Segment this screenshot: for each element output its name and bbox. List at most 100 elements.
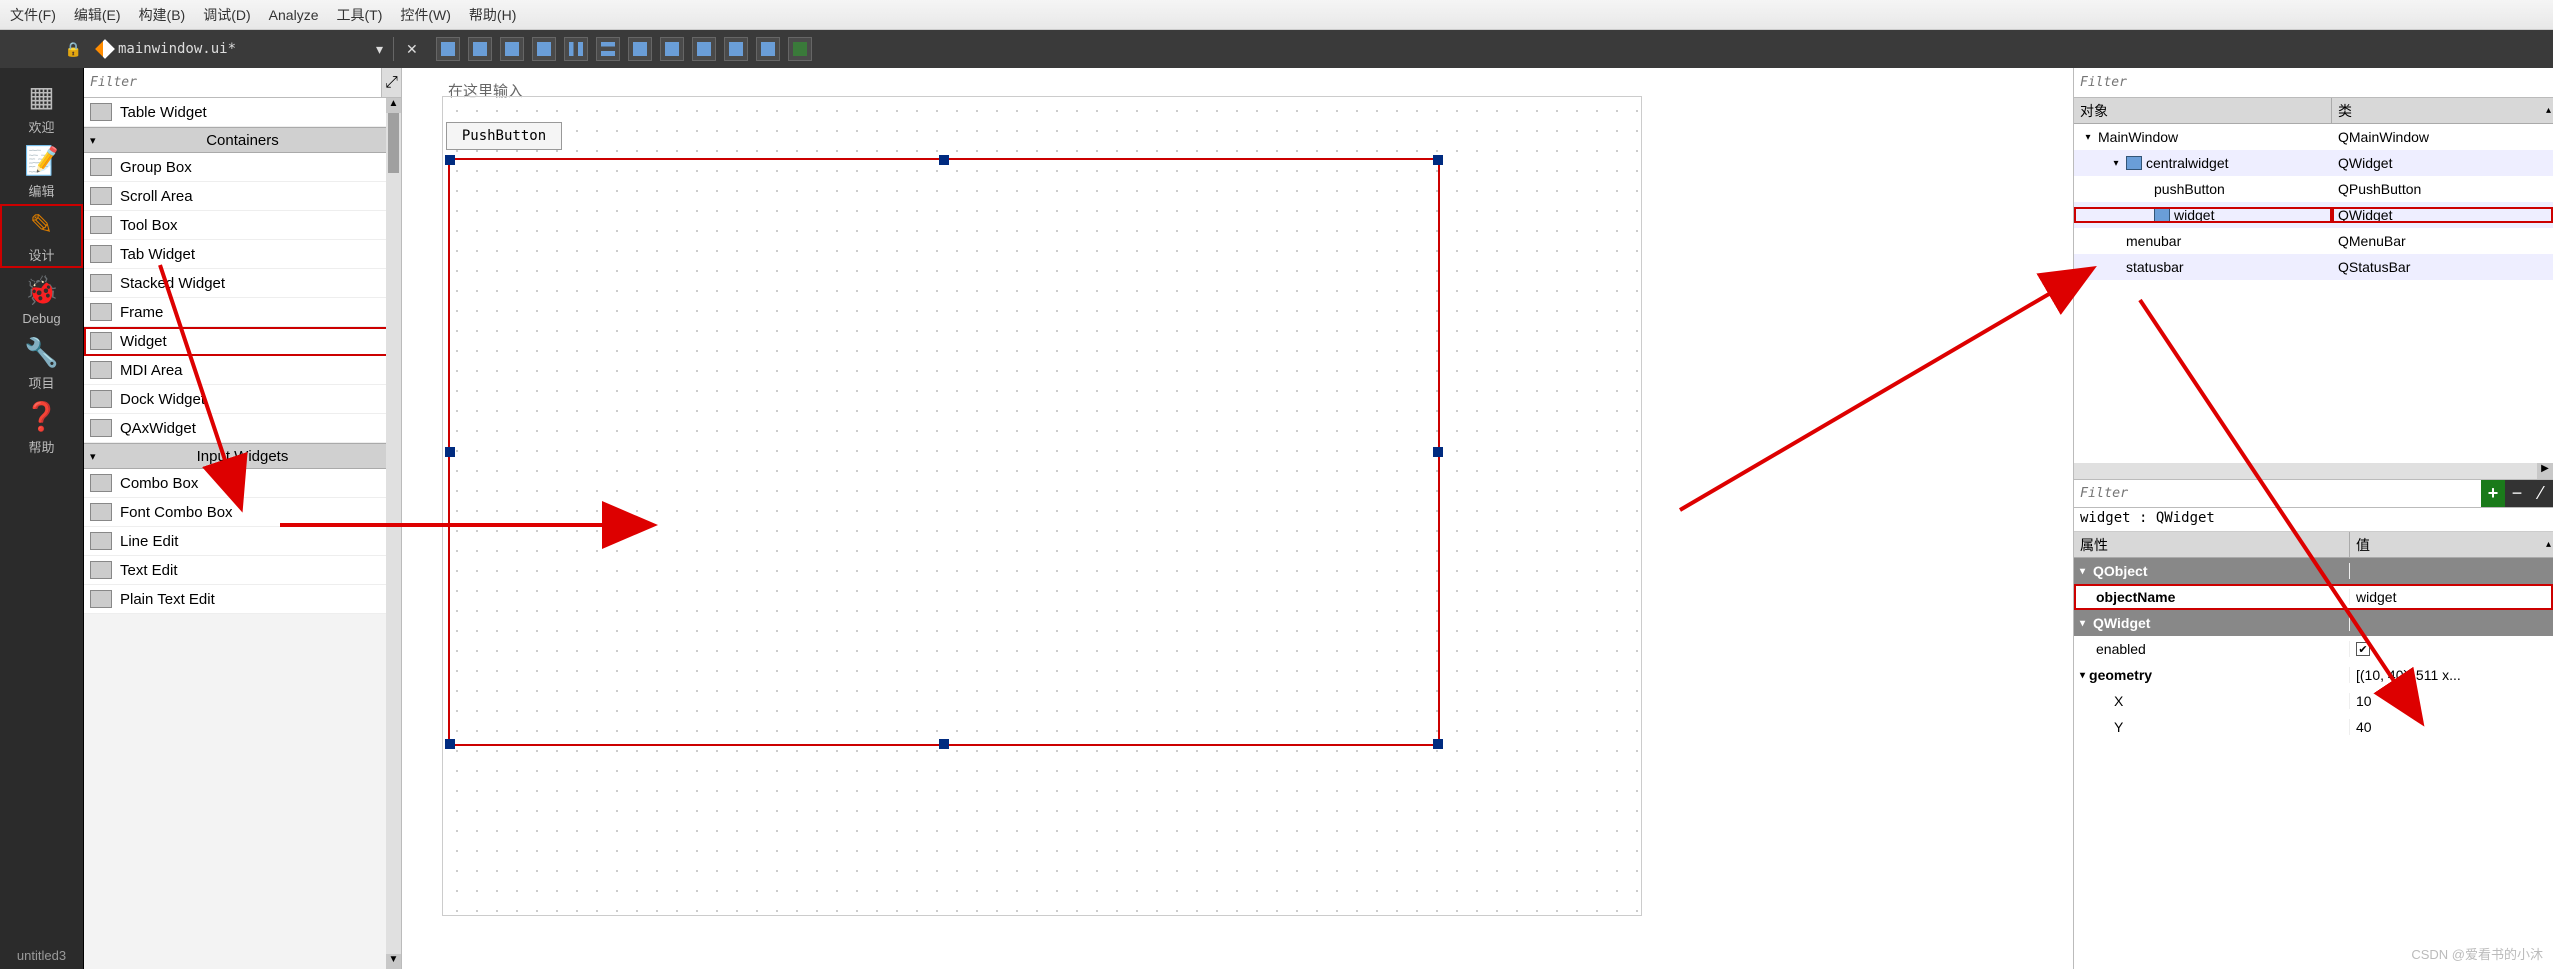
layout-hbox-icon[interactable] — [564, 37, 588, 61]
add-property-button[interactable]: + — [2481, 480, 2505, 507]
project-name[interactable]: untitled3 — [17, 948, 66, 963]
widget-label: Font Combo Box — [120, 504, 233, 521]
adjust-size-icon[interactable] — [788, 37, 812, 61]
mode-label: 帮助 — [28, 437, 54, 456]
widget-item[interactable]: Stacked Widget — [84, 269, 401, 298]
property-value[interactable]: [(10, 40), 511 x... — [2356, 667, 2461, 683]
object-tree-row[interactable]: pushButtonQPushButton — [2074, 176, 2553, 202]
scroll-thumb[interactable] — [388, 113, 399, 173]
filter-expand-icon[interactable]: ⤢ — [381, 68, 401, 97]
col-value[interactable]: 值▴ — [2350, 532, 2553, 557]
widget-item[interactable]: Plain Text Edit — [84, 585, 401, 614]
resize-handle[interactable] — [939, 739, 949, 749]
layout-vsplit-icon[interactable] — [660, 37, 684, 61]
file-dropdown[interactable]: ▾ — [370, 41, 389, 58]
widget-item[interactable]: Dock Widget — [84, 385, 401, 414]
checkbox-icon[interactable]: ✔ — [2356, 642, 2370, 656]
property-row[interactable]: objectNamewidget — [2074, 584, 2553, 610]
selected-widget[interactable] — [448, 158, 1440, 746]
object-filter-input[interactable] — [2074, 68, 2553, 97]
resize-handle[interactable] — [939, 155, 949, 165]
mode-design[interactable]: ✎设计 — [0, 204, 83, 268]
widget-item[interactable]: QAxWidget — [84, 414, 401, 443]
widget-item[interactable]: Group Box — [84, 153, 401, 182]
resize-handle[interactable] — [445, 447, 455, 457]
mode-debug[interactable]: 🐞Debug — [0, 268, 83, 332]
scroll-up-icon[interactable]: ▲ — [386, 98, 401, 113]
layout-form-icon[interactable] — [692, 37, 716, 61]
layout-icon-4[interactable] — [532, 37, 556, 61]
widget-item[interactable]: Table Widget — [84, 98, 401, 127]
object-tree-row[interactable]: statusbar QStatusBar — [2074, 254, 2553, 280]
widget-item[interactable]: Scroll Area — [84, 182, 401, 211]
property-value[interactable]: widget — [2356, 589, 2396, 605]
col-object[interactable]: 对象 — [2074, 98, 2332, 123]
menu-widgets[interactable]: 控件(W) — [400, 5, 451, 25]
property-category[interactable]: ▾QObject — [2074, 558, 2553, 584]
object-tree-row[interactable]: menubarQMenuBar — [2074, 228, 2553, 254]
property-category[interactable]: ▾QWidget — [2074, 610, 2553, 636]
col-property[interactable]: 属性 — [2074, 532, 2350, 557]
widget-item[interactable]: Widget — [84, 327, 401, 356]
layout-vbox-icon[interactable] — [596, 37, 620, 61]
resize-handle[interactable] — [1433, 155, 1443, 165]
close-file-button[interactable]: ✕ — [398, 41, 426, 58]
mode-projects[interactable]: 🔧项目 — [0, 332, 83, 396]
property-row[interactable]: Y40 — [2074, 714, 2553, 740]
menu-edit[interactable]: 编辑(E) — [74, 5, 121, 25]
menu-file[interactable]: 文件(F) — [10, 5, 56, 25]
design-canvas[interactable]: 在这里输入 PushButton — [402, 68, 2073, 969]
object-tree-row[interactable]: ▾MainWindowQMainWindow — [2074, 124, 2553, 150]
mode-help[interactable]: ❓帮助 — [0, 396, 83, 460]
widget-item[interactable]: Text Edit — [84, 556, 401, 585]
menu-help[interactable]: 帮助(H) — [469, 5, 516, 25]
remove-property-button[interactable]: − — [2505, 480, 2529, 507]
layout-hsplit-icon[interactable] — [628, 37, 652, 61]
menu-build[interactable]: 构建(B) — [139, 5, 186, 25]
widget-item[interactable]: Frame — [84, 298, 401, 327]
widget-item[interactable]: Tab Widget — [84, 240, 401, 269]
object-tree-row[interactable]: widgetQWidget — [2074, 202, 2553, 228]
mode-edit[interactable]: 📝编辑 — [0, 140, 83, 204]
scroll-right-icon[interactable]: ▶ — [2537, 463, 2553, 479]
property-value[interactable]: 40 — [2356, 719, 2372, 735]
layout-icon-1[interactable] — [436, 37, 460, 61]
layout-icon-2[interactable] — [468, 37, 492, 61]
col-class[interactable]: 类▴ — [2332, 98, 2553, 123]
object-class: QStatusBar — [2332, 259, 2553, 275]
widget-category-header[interactable]: ▾Containers — [84, 127, 401, 153]
widget-scrollbar[interactable]: ▲ ▼ — [386, 98, 401, 969]
mode-welcome[interactable]: ▦欢迎 — [0, 76, 83, 140]
resize-handle[interactable] — [445, 739, 455, 749]
push-button-widget[interactable]: PushButton — [446, 122, 562, 150]
open-file[interactable]: mainwindow.ui* — [90, 41, 370, 57]
mode-label: 编辑 — [28, 181, 54, 200]
menu-tools[interactable]: 工具(T) — [336, 5, 382, 25]
break-layout-icon[interactable] — [756, 37, 780, 61]
widget-item[interactable]: Font Combo Box — [84, 498, 401, 527]
menu-debug[interactable]: 调试(D) — [203, 5, 250, 25]
layout-icon-3[interactable] — [500, 37, 524, 61]
object-name: statusbar — [2126, 259, 2184, 275]
widget-label: Text Edit — [120, 562, 178, 579]
property-filter-input[interactable] — [2074, 480, 2481, 507]
widget-item[interactable]: Tool Box — [84, 211, 401, 240]
widget-category-header[interactable]: ▾Input Widgets — [84, 443, 401, 469]
widget-filter-input[interactable] — [84, 68, 381, 97]
property-row[interactable]: enabled✔ — [2074, 636, 2553, 662]
property-row[interactable]: X10 — [2074, 688, 2553, 714]
widget-item[interactable]: MDI Area — [84, 356, 401, 385]
resize-handle[interactable] — [1433, 447, 1443, 457]
object-tree-row[interactable]: ▾centralwidgetQWidget — [2074, 150, 2553, 176]
layout-grid-icon[interactable] — [724, 37, 748, 61]
widget-item[interactable]: Line Edit — [84, 527, 401, 556]
property-row[interactable]: ▾geometry[(10, 40), 511 x... — [2074, 662, 2553, 688]
scroll-down-icon[interactable]: ▼ — [386, 954, 401, 969]
widget-item[interactable]: Combo Box — [84, 469, 401, 498]
resize-handle[interactable] — [445, 155, 455, 165]
menu-analyze[interactable]: Analyze — [269, 7, 319, 23]
property-value[interactable]: 10 — [2356, 693, 2372, 709]
object-tree-header: 对象 类▴ — [2074, 98, 2553, 124]
resize-handle[interactable] — [1433, 739, 1443, 749]
reset-property-button[interactable]: ⁄ — [2529, 480, 2553, 507]
